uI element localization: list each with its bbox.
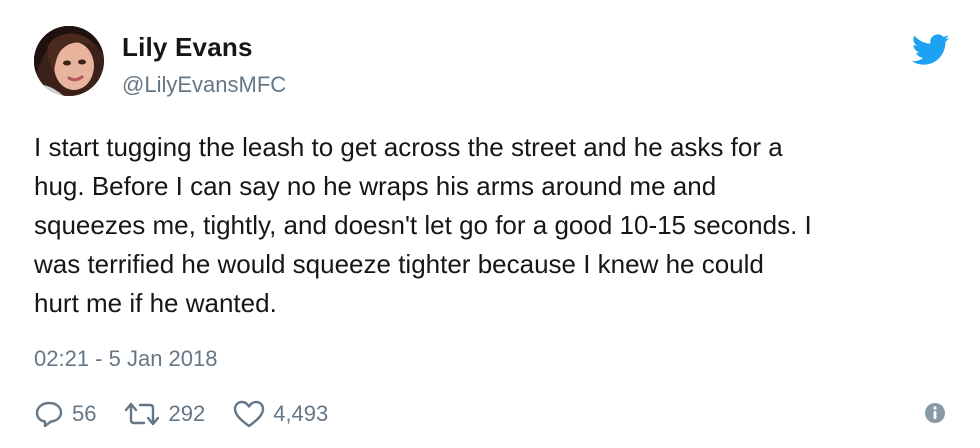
avatar[interactable] [34,26,104,96]
twitter-bird-icon[interactable] [912,34,950,66]
tweet-timestamp[interactable]: 02:21 - 5 Jan 2018 [34,346,217,372]
reply-button[interactable]: 56 [34,400,96,428]
retweet-icon [125,402,160,426]
tweet-card: Lily Evans @LilyEvansMFC I start tugging… [0,0,980,448]
like-count: 4,493 [273,401,329,426]
like-button[interactable]: 4,493 [233,400,328,428]
retweet-count: 292 [168,401,206,426]
retweet-button[interactable]: 292 [124,400,205,428]
tweet-actions: 56 292 4,493 [34,394,356,434]
heart-icon [234,400,265,428]
user-name[interactable]: Lily Evans [122,32,253,63]
info-icon[interactable] [924,402,946,424]
reply-count: 56 [72,401,97,426]
reply-icon [35,401,63,428]
user-handle[interactable]: @LilyEvansMFC [122,72,286,98]
tweet-text: I start tugging the leash to get across … [34,132,812,318]
